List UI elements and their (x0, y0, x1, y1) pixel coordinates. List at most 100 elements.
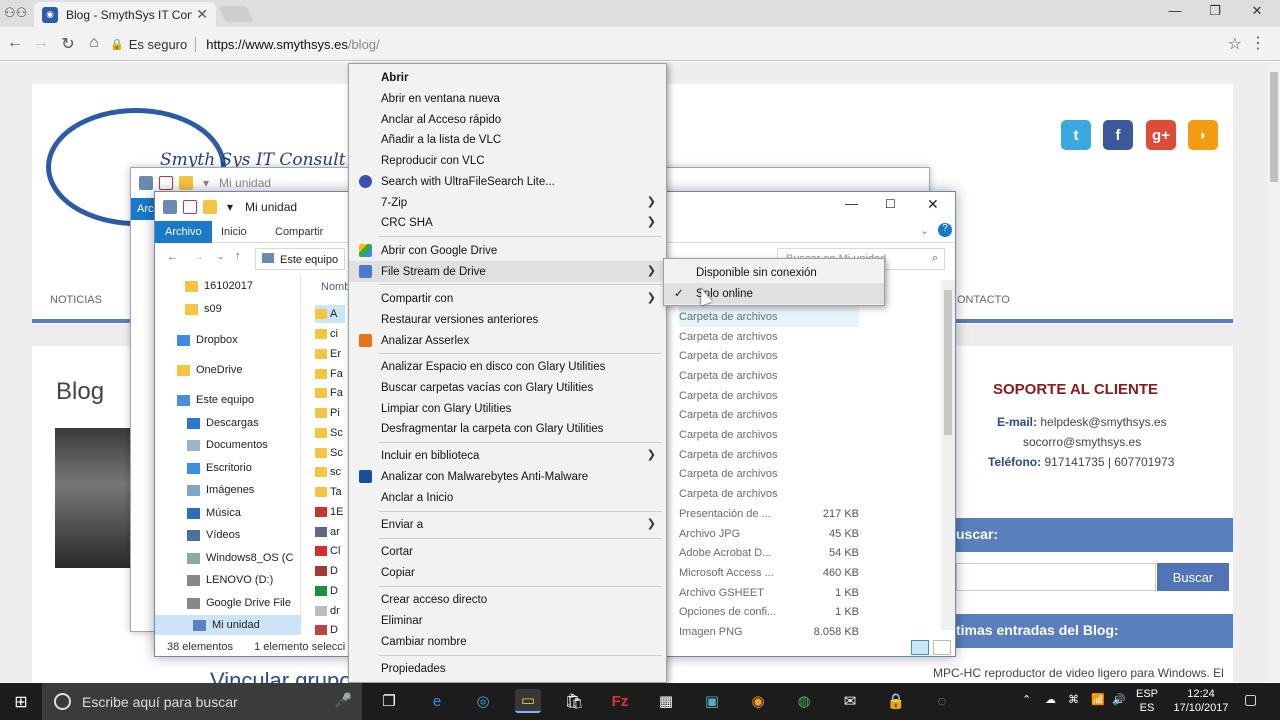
up-icon[interactable]: ↑ (235, 250, 241, 262)
menu-item-file-stream[interactable]: File Stream de Drive ❯ (349, 261, 666, 282)
close-tab-icon[interactable]: ✕ (196, 6, 208, 23)
clock[interactable]: 12:24 17/10/2017 (1170, 687, 1232, 715)
type-row[interactable]: Carpeta de archivos (679, 445, 859, 465)
file-row[interactable]: 1E (315, 503, 345, 521)
back-icon[interactable]: ← (167, 251, 178, 263)
nav-item-google-drive-file[interactable]: Google Drive File (155, 593, 301, 613)
minimize-icon[interactable]: — (1160, 3, 1190, 18)
menu-item-reproducir-vlc[interactable]: Reproducir con VLC (349, 150, 666, 171)
nav-item-videos[interactable]: Vídeos (155, 525, 301, 545)
filezilla-icon[interactable]: Fz (607, 689, 633, 713)
menu-item-malwarebytes[interactable]: Analizar con Malwarebytes Anti-Malware (349, 466, 666, 487)
keepass-icon[interactable]: 🔒 (883, 689, 909, 713)
details-view-icon[interactable] (911, 640, 929, 655)
help-icon[interactable]: ? (938, 223, 952, 237)
file-row[interactable]: Ta (315, 483, 345, 501)
menu-item-incluir-biblioteca[interactable]: Incluir en biblioteca ❯ (349, 445, 666, 466)
submenu-item-disponible-sin-conexion[interactable]: Disponible sin conexión (664, 262, 884, 283)
type-row[interactable]: Presentación de ... 217 KB (679, 504, 859, 524)
menu-item-crc-sha[interactable]: CRC SHA ❯ (349, 212, 666, 233)
maximize-icon[interactable]: ☐ (885, 197, 896, 211)
menu-item-abrir-google-drive[interactable]: Abrir con Google Drive (349, 240, 666, 261)
tab-archivo[interactable]: Archivo (155, 221, 212, 243)
email-1[interactable]: helpdesk@smythsys.es (1040, 415, 1166, 429)
file-explorer-icon[interactable]: ▭ (515, 689, 541, 713)
forward-icon[interactable]: → (31, 34, 51, 52)
edge-icon[interactable]: e (424, 689, 450, 713)
nav-item-windows8-os[interactable]: Windows8_OS (C (155, 548, 301, 568)
menu-kebab-icon[interactable]: ⋮ (1250, 33, 1266, 53)
large-icons-view-icon[interactable] (933, 640, 951, 655)
nav-item-lenovo-d[interactable]: LENOVO (D:) (155, 570, 301, 590)
reload-icon[interactable]: ↻ (58, 34, 78, 54)
tab-inicio[interactable]: Inicio (211, 221, 257, 243)
file-row[interactable]: dr (315, 602, 345, 620)
qat-dropdown-icon[interactable]: ▾ (203, 176, 209, 190)
menu-item-compartir-con[interactable]: Compartir con ❯ (349, 288, 666, 309)
close-window-icon[interactable]: ✕ (1242, 3, 1272, 19)
nav-item-dropbox[interactable]: Dropbox (155, 330, 301, 350)
menu-item-crear-acceso-directo[interactable]: Crear acceso directo (349, 589, 666, 610)
file-row[interactable]: ar (315, 523, 345, 541)
file-row[interactable]: Cl (315, 542, 345, 560)
new-folder-icon[interactable] (203, 200, 217, 214)
nav-item-documentos[interactable]: Documentos (155, 435, 301, 455)
browser-tab[interactable]: ◉ Blog - SmythSys IT Consu ✕ (34, 2, 216, 27)
type-row[interactable]: Opciones de confi... 1 KB (679, 603, 859, 623)
type-row[interactable]: Adobe Acrobat D... 54 KB (679, 543, 859, 563)
type-row[interactable]: Carpeta de archivos (679, 425, 859, 445)
menu-item-7zip[interactable]: 7-Zip ❯ (349, 192, 666, 213)
menu-item-abrir[interactable]: Abrir (349, 67, 666, 88)
properties-icon[interactable] (183, 200, 197, 214)
menu-item-asserlex[interactable]: Analizar Asserlex (349, 330, 666, 351)
nav-item-escritorio[interactable]: Escritorio (155, 458, 301, 478)
type-row[interactable]: Carpeta de archivos (679, 307, 859, 327)
network-app-icon[interactable]: ◎ (470, 689, 496, 713)
back-icon[interactable]: ← (5, 34, 25, 52)
menu-item-restaurar-versiones[interactable]: Restaurar versiones anteriores (349, 309, 666, 330)
forward-icon[interactable]: → (193, 251, 204, 263)
type-row[interactable]: Carpeta de archivos (679, 386, 859, 406)
nav-item-descargas[interactable]: Descargas (155, 413, 301, 433)
menu-item-enviar-a[interactable]: Enviar a ❯ (349, 514, 666, 535)
menu-item-copiar[interactable]: Copiar (349, 562, 666, 583)
file-row[interactable]: D (315, 562, 345, 580)
latest-post-item[interactable]: MPC-HC reproductor de video ligero para … (933, 666, 1224, 680)
menu-item-anclar-acceso-rapido[interactable]: Anclar al Acceso rápido (349, 109, 666, 130)
menu-item-vlc-list[interactable]: Añadir a la lista de VLC (349, 129, 666, 150)
file-row[interactable]: D (315, 582, 345, 600)
windows-start-icon[interactable]: ⊞ (0, 683, 42, 720)
menu-item-cortar[interactable]: Cortar (349, 541, 666, 562)
firefox-icon[interactable]: ◉ (745, 689, 771, 713)
type-row[interactable]: Carpeta de archivos (679, 465, 859, 485)
wifi-icon[interactable]: 📶 (1091, 693, 1105, 707)
taskbar-search[interactable]: Escribe aquí para buscar 🎤 (42, 683, 362, 720)
menu-item-eliminar[interactable]: Eliminar (349, 610, 666, 631)
file-row[interactable]: Fa (315, 365, 345, 383)
restore-icon[interactable]: ❐ (1200, 3, 1230, 19)
remote-desktop-icon[interactable]: ▣ (699, 689, 725, 713)
task-view-icon[interactable]: ❐ (376, 689, 402, 713)
file-row[interactable]: Sc (315, 424, 345, 442)
bookmark-star-icon[interactable]: ☆ (1228, 34, 1242, 54)
volume-icon[interactable]: 🔊 (1112, 693, 1126, 707)
type-row[interactable]: Carpeta de archivos (679, 406, 859, 426)
email-2[interactable]: socorro@smythsys.es (1023, 435, 1141, 449)
menu-item-glary-vacias[interactable]: Buscar carpetas vacías con Glary Utiliti… (349, 377, 666, 398)
file-row[interactable]: ci (315, 325, 345, 343)
microphone-icon[interactable]: 🎤 (335, 692, 352, 709)
file-row[interactable]: A (315, 305, 345, 323)
file-row[interactable]: Er (315, 345, 345, 363)
store-icon[interactable]: 🛍 (561, 689, 587, 713)
type-row[interactable]: Archivo JPG 45 KB (679, 524, 859, 544)
language-indicator[interactable]: ESP ES (1136, 687, 1158, 715)
notifications-icon[interactable]: ▢ (1244, 692, 1257, 706)
google-plus-icon[interactable]: g+ (1146, 120, 1176, 150)
site-search-input[interactable] (956, 563, 1156, 591)
nav-item-musica[interactable]: Música (155, 503, 301, 523)
obs-icon[interactable]: ◌ (929, 689, 955, 713)
rss-icon[interactable]: ◗ (1188, 120, 1218, 150)
home-icon[interactable]: ⌂ (84, 34, 104, 52)
file-row[interactable]: D (315, 621, 345, 639)
page-scrollbar-thumb[interactable] (1270, 72, 1278, 182)
